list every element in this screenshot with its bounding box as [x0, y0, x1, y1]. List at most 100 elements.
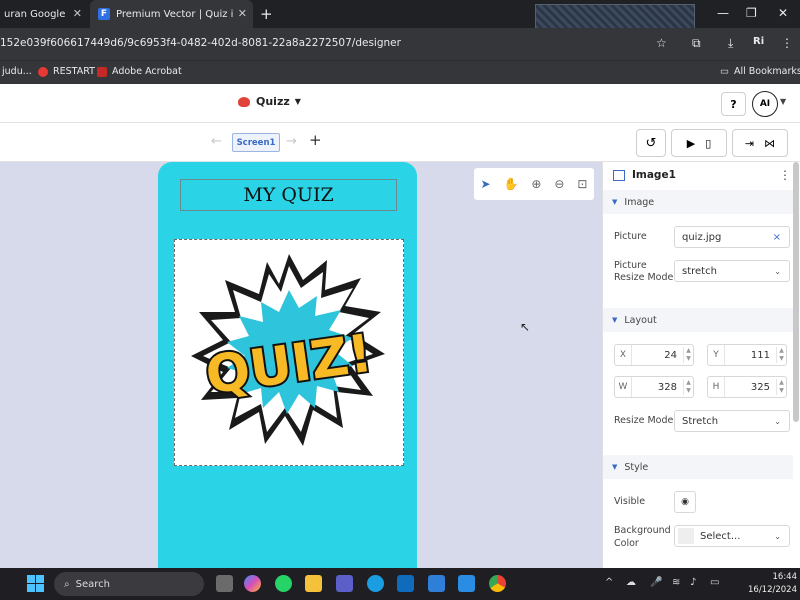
extensions-icon[interactable]: ⧉ [692, 36, 701, 51]
cloud-icon[interactable]: ☁ [626, 577, 636, 588]
help-icon: ? [730, 97, 737, 111]
speaker-icon[interactable]: ♪ [690, 577, 696, 588]
avatar[interactable]: AI [752, 91, 778, 117]
file-explorer-icon[interactable] [305, 575, 322, 592]
chevron-down-icon[interactable]: ▼ [780, 97, 786, 106]
picture-field[interactable]: quiz.jpg × [674, 226, 790, 248]
wifi-icon[interactable]: ≋ [672, 577, 680, 588]
bookmark-label: Adobe Acrobat [112, 66, 182, 77]
y-input[interactable]: Y 111 ▲ ▼ [707, 344, 787, 366]
chrome-icon[interactable] [489, 575, 506, 592]
h-input[interactable]: H 325 ▲ ▼ [707, 376, 787, 398]
pointer-icon[interactable]: ➤ [480, 177, 490, 191]
component-name: Image1 [632, 169, 676, 181]
store-icon[interactable] [397, 575, 414, 592]
close-icon[interactable]: ✕ [73, 7, 82, 20]
browser-tab-premium-vector[interactable]: F Premium Vector | Quiz in comic ✕ [90, 0, 253, 28]
picture-resize-select[interactable]: stretch ⌄ [674, 260, 790, 282]
panel-scrollbar[interactable] [793, 162, 799, 422]
bookmarks-bar: judu... RESTART Adobe Acrobat ▭ All Book… [0, 60, 800, 84]
export-buttons: ⇥ ⋈ [732, 129, 788, 157]
arrow-right-icon[interactable]: → [286, 134, 297, 149]
profile-icon[interactable]: Ri [753, 36, 764, 47]
layout-resize-value: Stretch [682, 415, 719, 427]
minimize-icon[interactable]: — [717, 6, 729, 20]
more-options-icon[interactable]: ⋮ [779, 168, 791, 182]
canvas-zoom-toolbar: ➤ ✋ ⊕ ⊖ ⊡ [474, 168, 594, 200]
stepper-icon[interactable]: ▲ ▼ [776, 347, 786, 363]
w-value: 328 [657, 381, 677, 393]
taskbar-search[interactable]: ⌕ Search [54, 572, 204, 596]
vscode-icon[interactable] [458, 575, 475, 592]
tab-title: uran Google [4, 8, 66, 20]
history-icon: ↺ [645, 135, 657, 151]
menu-icon[interactable]: ⋮ [781, 36, 793, 50]
notification-app-icon[interactable] [428, 575, 445, 592]
url-text[interactable]: 152e039f606617449d6/9c6953f4-0482-402d-8… [0, 37, 401, 49]
maximize-icon[interactable]: ❐ [746, 6, 757, 20]
clear-icon[interactable]: × [773, 232, 789, 243]
star-icon[interactable]: ☆ [656, 36, 667, 50]
project-name: Quizz [256, 95, 290, 108]
plus-icon[interactable]: + [260, 5, 273, 23]
x-input[interactable]: X 24 ▲ ▼ [614, 344, 694, 366]
screen-selector[interactable]: Screen1 [232, 133, 280, 152]
taskbar-clock[interactable]: 16:44 16/12/2024 [745, 571, 797, 597]
fit-screen-icon[interactable]: ⊡ [577, 177, 587, 191]
arrow-left-icon[interactable]: ← [211, 134, 222, 149]
w-input[interactable]: W 328 ▲ ▼ [614, 376, 694, 398]
section-title: Image [624, 196, 655, 208]
share-icon[interactable]: ⋈ [764, 137, 775, 150]
section-title: Style [624, 461, 649, 473]
chevron-down-icon: ⌄ [774, 266, 781, 276]
microphone-icon[interactable]: 🎤 [650, 577, 662, 588]
background-label-line1: Background [614, 525, 671, 536]
visible-toggle[interactable]: ◉ [674, 491, 696, 513]
edge-icon[interactable] [367, 575, 384, 592]
close-window-icon[interactable]: ✕ [778, 6, 788, 20]
export-icon[interactable]: ⇥ [745, 137, 754, 150]
layout-resize-select[interactable]: Stretch ⌄ [674, 410, 790, 432]
chevron-up-icon[interactable]: ^ [605, 577, 613, 588]
zoom-out-icon[interactable]: ⊖ [554, 177, 564, 191]
mouse-cursor-icon: ↖ [520, 320, 531, 334]
stepper-icon[interactable]: ▲ ▼ [683, 347, 693, 363]
caret-down-icon: ▼ [612, 463, 618, 471]
whatsapp-icon[interactable] [275, 575, 292, 592]
stepper-icon[interactable]: ▲ ▼ [683, 379, 693, 395]
quiz-title-text: MY QUIZ [243, 184, 334, 206]
task-view-icon[interactable] [216, 575, 233, 592]
zoom-in-icon[interactable]: ⊕ [531, 177, 541, 191]
stepper-icon[interactable]: ▲ ▼ [776, 379, 786, 395]
design-canvas[interactable]: MY QUIZ QUIZ! ➤ ✋ ⊕ ⊖ ⊡ ↖ [0, 162, 602, 582]
add-screen-icon[interactable]: + [309, 131, 322, 149]
history-button[interactable]: ↺ [636, 129, 666, 157]
all-bookmarks[interactable]: ▭ All Bookmarks [720, 66, 800, 77]
device-preview-icon[interactable]: ▯ [705, 137, 711, 150]
windows-taskbar: ⌕ Search ^ ☁ 🎤 ≋ ♪ ▭ 16:44 16/12/2024 [0, 568, 800, 600]
bookmark-adobe-acrobat[interactable]: Adobe Acrobat [97, 66, 182, 77]
phone-screen[interactable]: MY QUIZ QUIZ! [158, 162, 417, 582]
background-color-select[interactable]: Select... ⌄ [674, 525, 790, 547]
project-selector[interactable]: Quizz ▼ [238, 95, 301, 108]
background-color-value: Select... [700, 530, 741, 542]
bookmark-restart[interactable]: RESTART [38, 66, 95, 77]
x-value: 24 [664, 349, 677, 361]
preview-icon[interactable]: ▶ [687, 137, 695, 150]
bookmark-judu[interactable]: judu... [2, 66, 32, 77]
section-style-header[interactable]: ▼ Style [603, 455, 793, 479]
section-layout-header[interactable]: ▼ Layout [603, 308, 793, 332]
hand-icon[interactable]: ✋ [503, 177, 518, 191]
browser-tab-google[interactable]: uran Google ✕ [0, 0, 88, 28]
quiz-title-label[interactable]: MY QUIZ [180, 179, 397, 211]
picture-value: quiz.jpg [682, 231, 722, 243]
windows-start-icon[interactable] [27, 575, 44, 592]
help-button[interactable]: ? [721, 92, 746, 116]
download-icon[interactable]: ⤓ [728, 36, 733, 51]
quiz-image-component[interactable]: QUIZ! [174, 239, 404, 466]
battery-icon[interactable]: ▭ [710, 577, 719, 588]
copilot-icon[interactable] [244, 575, 261, 592]
close-icon[interactable]: ✕ [238, 7, 247, 20]
section-image-header[interactable]: ▼ Image [603, 190, 793, 214]
teams-icon[interactable] [336, 575, 353, 592]
